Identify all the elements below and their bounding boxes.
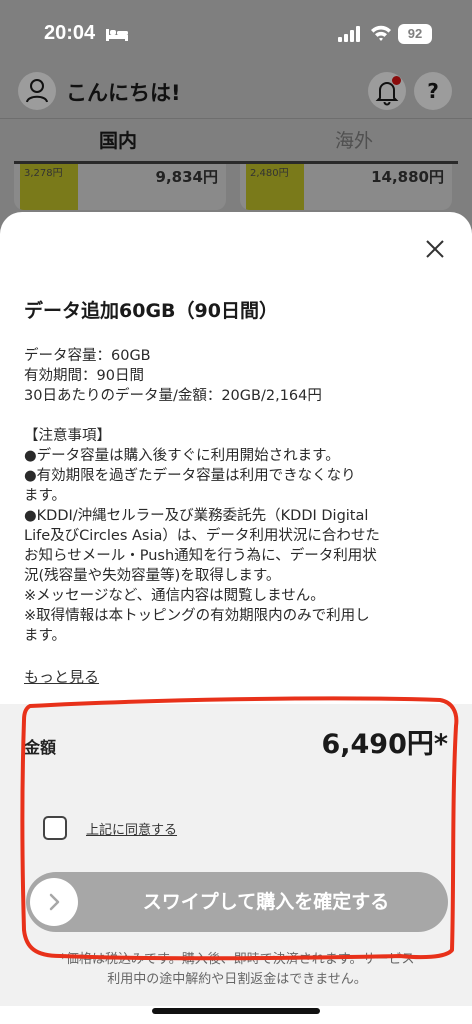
note-line: ます。 [24,628,67,644]
note-line: お知らせメール・Push通知を行う為に、データ利用状 [24,548,377,564]
wifi-icon [371,25,391,41]
greeting-text: こんにちは! [66,81,181,105]
tab-overseas[interactable]: 海外 [236,119,472,165]
plan-description: データ容量：60GB 有効期間：90日間 30日あたりのデータ量/金額：20GB… [24,346,454,646]
tab-domestic[interactable]: 国内 [0,119,236,165]
note-heading: 【注意事項】 [24,428,111,444]
sleep-focus-icon [106,29,128,41]
card-tag: 2,480円 [250,168,289,179]
detail-line: データ容量：60GB [24,348,151,364]
detail-line: 30日あたりのデータ量/金額：20GB/2,164円 [24,388,322,404]
plan-title: データ追加60GB（90日間） [24,300,278,322]
show-more-link[interactable]: もっと見る [24,666,99,687]
note-line: ●有効期限を過ぎたデータ容量は利用できなくなり [24,468,356,484]
help-button[interactable]: ? [414,72,452,110]
detail-line: 有効期間：90日間 [24,368,144,384]
app-header: こんにちは! ? [0,66,472,116]
footnote-line: 利用中の途中解約や日割返金はできません。 [107,972,367,987]
note-line: ※取得情報は本トッピングの有効期限内のみで利用し [24,608,370,624]
swipe-label: スワイプして購入を確定する [142,891,390,913]
swipe-to-purchase-slider[interactable]: スワイプして購入を確定する [26,872,448,932]
note-line: ●KDDI/沖縄セルラー及び業務委託先（KDDI Digital [24,508,369,524]
battery-indicator: 92 [398,24,432,44]
footnote-line: *価格は税込みです。購入後、即時で決済されます。サービス [59,952,415,967]
price-label: 金額 [24,738,57,757]
plan-card[interactable]: 2,480円 14,880円 [240,164,452,210]
status-bar: 20:04 92 [0,0,472,66]
card-price: 9,834円 [155,168,218,186]
status-time: 20:04 [44,22,96,44]
close-button[interactable] [420,234,450,264]
swipe-knob[interactable] [30,878,78,926]
card-tag: 3,278円 [24,168,63,179]
close-icon [426,240,444,258]
note-line: ●データ容量は購入後すぐに利用開始されます。 [24,448,340,464]
cellular-signal-icon [338,26,360,42]
chevron-right-icon [49,893,60,911]
note-line: ※メッセージなど、通信内容は閲覧しません。 [24,588,325,604]
swipe-area: スワイプして購入を確定する [0,866,472,946]
notification-badge [392,76,401,85]
user-icon [26,79,48,103]
purchase-sheet: データ追加60GB（90日間） データ容量：60GB 有効期間：90日間 30日… [0,212,472,1024]
note-line: 況(残容量や失効容量等)を取得します。 [24,568,281,584]
plan-card[interactable]: 3,278円 9,834円 [14,164,226,210]
region-tabs: 国内 海外 [0,118,472,164]
note-line: ます。 [24,488,67,504]
home-indicator[interactable] [152,1008,320,1014]
card-price: 14,880円 [371,168,444,186]
note-line: Life及びCircles Asia）は、データ利用状況に合わせた [24,528,380,544]
price-footnote: *価格は税込みです。購入後、即時で決済されます。サービス 利用中の途中解約や日割… [0,946,472,1006]
agree-checkbox[interactable] [43,816,67,840]
profile-button[interactable] [18,72,56,110]
agree-label[interactable]: 上記に同意する [86,819,177,838]
price-row: 金額 6,490円* [0,704,472,786]
agreement-row: 上記に同意する [0,786,472,866]
price-value: 6,490円* [321,729,448,760]
